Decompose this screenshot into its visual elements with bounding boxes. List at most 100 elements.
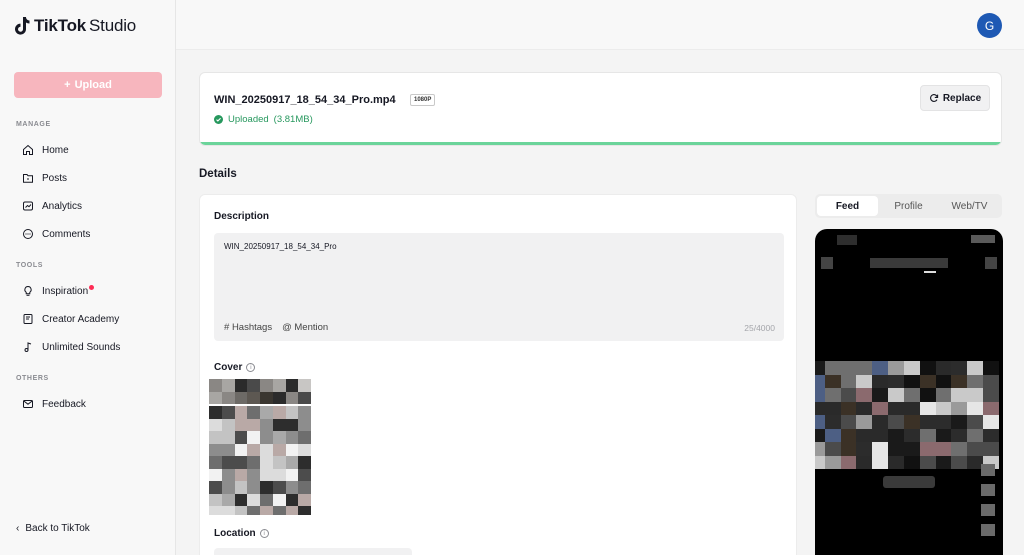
mosaic-tile <box>840 361 857 375</box>
mosaic-tile <box>247 456 260 469</box>
avatar[interactable]: G <box>977 13 1002 38</box>
mosaic-tile <box>285 481 299 494</box>
info-icon[interactable]: i <box>246 363 256 372</box>
mosaic-tile <box>872 361 889 375</box>
sidebar: TikTok Studio + Upload MANAGE Home Posts … <box>0 0 176 555</box>
mosaic-tile <box>209 481 222 494</box>
sidebar-item-comments[interactable]: Comments <box>14 222 164 246</box>
mention-button[interactable]: @ Mention <box>282 322 328 333</box>
mosaic-tile <box>298 481 311 494</box>
mosaic-tile <box>209 391 222 404</box>
mosaic-tile <box>285 379 299 392</box>
sidebar-item-inspiration[interactable]: Inspiration <box>14 279 164 303</box>
file-name: WIN_20250917_18_54_34_Pro.mp4 <box>214 94 396 106</box>
mosaic-tile <box>856 361 873 375</box>
mosaic-tile <box>247 391 260 404</box>
mosaic-tile <box>260 456 273 469</box>
sidebar-item-unlimited-sounds[interactable]: Unlimited Sounds <box>14 335 164 359</box>
mosaic-tile <box>919 401 936 415</box>
mosaic-tile <box>260 418 273 431</box>
upload-button[interactable]: + Upload <box>14 72 162 98</box>
mosaic-tile <box>888 455 904 469</box>
mosaic-tile <box>935 455 952 469</box>
tab-feed[interactable]: Feed <box>817 196 878 216</box>
phone-feed-header <box>815 257 1003 273</box>
mosaic-tile <box>260 431 273 444</box>
mosaic-tile <box>272 443 286 456</box>
mosaic-tile <box>919 388 936 402</box>
phone-preview <box>815 229 1003 555</box>
mosaic-tile <box>815 361 825 375</box>
mosaic-tile <box>967 442 984 456</box>
sidebar-item-analytics[interactable]: Analytics <box>14 194 164 218</box>
sidebar-item-label: Creator Academy <box>42 313 120 325</box>
mosaic-tile <box>247 431 260 444</box>
mosaic-tile <box>285 431 299 444</box>
details-heading: Details <box>199 168 237 180</box>
mosaic-tile <box>234 506 248 515</box>
upload-button-label: Upload <box>74 79 112 91</box>
location-label: Location <box>214 528 256 539</box>
mosaic-tile <box>272 481 286 494</box>
cover-label-row: Cover i <box>214 362 256 373</box>
sidebar-item-posts[interactable]: Posts <box>14 166 164 190</box>
sidebar-item-label: Feedback <box>42 398 86 410</box>
mosaic-tile <box>260 481 273 494</box>
mosaic-tile <box>983 388 999 402</box>
mosaic-tile <box>272 468 286 481</box>
replace-button[interactable]: Replace <box>920 85 990 111</box>
mosaic-tile <box>221 456 235 469</box>
side-action-icons <box>981 464 995 544</box>
mosaic-tile <box>872 455 889 469</box>
sidebar-item-home[interactable]: Home <box>14 138 164 162</box>
lightbulb-icon <box>24 285 32 296</box>
mosaic-tile <box>967 374 984 388</box>
mosaic-tile <box>209 379 222 392</box>
book-icon <box>23 314 33 324</box>
mosaic-tile <box>919 442 936 456</box>
mosaic-tile <box>815 401 825 415</box>
hashtags-label: Hashtags <box>231 322 273 333</box>
mosaic-tile <box>209 468 222 481</box>
tab-web-tv[interactable]: Web/TV <box>939 196 1000 216</box>
mosaic-tile <box>967 388 984 402</box>
mosaic-tile <box>247 506 260 515</box>
mosaic-tile <box>260 443 273 456</box>
mosaic-tile <box>840 442 857 456</box>
mosaic-tile <box>221 443 235 456</box>
mail-icon <box>23 400 33 408</box>
mosaic-tile <box>247 468 260 481</box>
sidebar-item-feedback[interactable]: Feedback <box>14 392 164 416</box>
hashtags-button[interactable]: # Hashtags <box>224 322 272 333</box>
sidebar-item-label: Comments <box>42 228 91 240</box>
tab-profile[interactable]: Profile <box>878 196 939 216</box>
mosaic-tile <box>935 374 952 388</box>
mosaic-tile <box>272 431 286 444</box>
mosaic-tile <box>856 415 873 429</box>
logo-brand-text: TikTok <box>34 16 87 35</box>
mosaic-tile <box>247 493 260 506</box>
mosaic-tile <box>815 415 825 429</box>
mosaic-tile <box>260 468 273 481</box>
mosaic-tile <box>919 361 936 375</box>
description-field[interactable]: WIN_20250917_18_54_34_Pro # Hashtags @ M… <box>214 233 784 341</box>
sidebar-item-creator-academy[interactable]: Creator Academy <box>14 307 164 331</box>
music-note-icon <box>24 342 32 352</box>
file-size: (3.81MB) <box>273 114 313 125</box>
info-icon[interactable]: i <box>259 529 269 538</box>
section-label-tools: TOOLS <box>16 262 43 269</box>
cover-thumbnail[interactable] <box>209 379 311 515</box>
mosaic-tile <box>951 415 968 429</box>
mosaic-tile <box>247 379 260 392</box>
mosaic-tile <box>935 442 952 456</box>
mosaic-tile <box>824 388 841 402</box>
comment-icon <box>23 229 33 239</box>
mosaic-tile <box>285 456 299 469</box>
upload-status-text: Uploaded <box>228 114 269 125</box>
mention-label: Mention <box>294 322 329 333</box>
tiktok-studio-logo[interactable]: TikTok Studio <box>14 14 136 38</box>
mosaic-tile <box>840 374 857 388</box>
location-input[interactable] <box>214 548 412 555</box>
back-to-tiktok-link[interactable]: ‹ Back to TikTok <box>16 523 90 534</box>
cover-mosaic-bottom <box>209 406 311 515</box>
